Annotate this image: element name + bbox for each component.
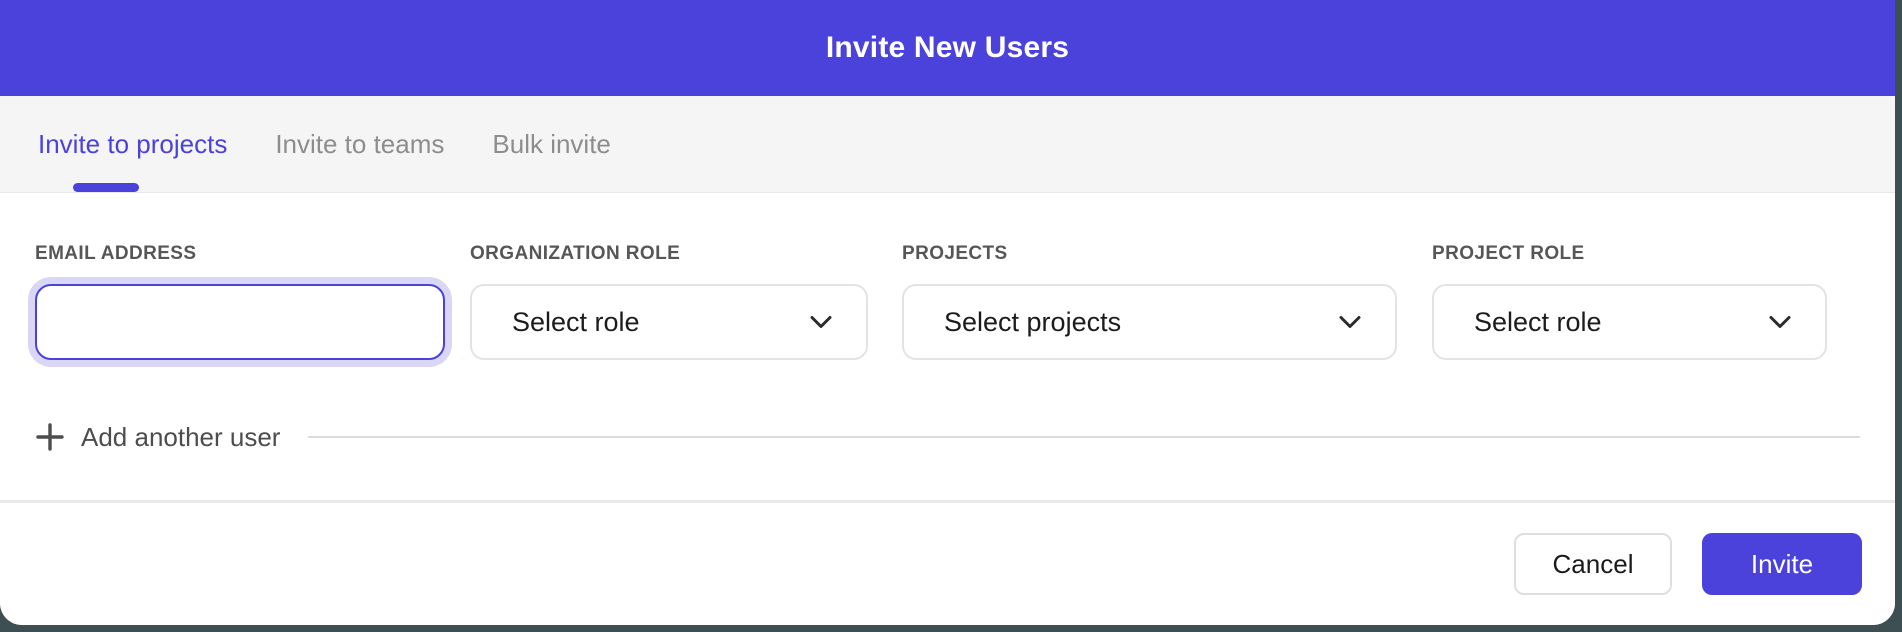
project-role-value: Select role: [1474, 307, 1602, 338]
project-role-field-group: PROJECT ROLE Select role: [1432, 243, 1827, 360]
organization-role-select[interactable]: Select role: [470, 284, 868, 360]
dialog-title: Invite New Users: [826, 31, 1069, 65]
active-tab-indicator: [73, 183, 139, 192]
plus-icon: [35, 422, 65, 452]
projects-value: Select projects: [944, 307, 1121, 338]
organization-role-label: ORGANIZATION ROLE: [470, 243, 868, 265]
dialog-footer: Cancel Invite: [0, 500, 1895, 625]
organization-role-value: Select role: [512, 307, 640, 338]
projects-field-group: PROJECTS Select projects: [902, 243, 1397, 360]
projects-label: PROJECTS: [902, 243, 1397, 265]
cancel-button[interactable]: Cancel: [1514, 533, 1672, 595]
tab-bulk-invite[interactable]: Bulk invite: [492, 129, 611, 160]
email-address-input[interactable]: [35, 284, 445, 360]
tab-invite-to-projects[interactable]: Invite to projects: [38, 129, 227, 160]
project-role-select[interactable]: Select role: [1432, 284, 1827, 360]
add-another-user-row: Add another user: [35, 419, 1860, 455]
tab-bar: Invite to projects Invite to teams Bulk …: [0, 96, 1895, 193]
projects-select[interactable]: Select projects: [902, 284, 1397, 360]
add-another-user-label: Add another user: [81, 422, 280, 453]
project-role-label: PROJECT ROLE: [1432, 243, 1827, 265]
dialog-header: Invite New Users: [0, 0, 1895, 96]
chevron-down-icon: [1339, 315, 1361, 329]
horizontal-divider: [308, 436, 1860, 438]
chevron-down-icon: [1769, 315, 1791, 329]
add-another-user-button[interactable]: Add another user: [35, 422, 280, 453]
screen-backdrop: Invite New Users Invite to projects Invi…: [0, 0, 1902, 632]
organization-role-field-group: ORGANIZATION ROLE Select role: [470, 243, 868, 360]
invite-button[interactable]: Invite: [1702, 533, 1862, 595]
tab-invite-to-teams[interactable]: Invite to teams: [275, 129, 444, 160]
form-area: EMAIL ADDRESS ORGANIZATION ROLE Select r…: [0, 193, 1895, 500]
chevron-down-icon: [810, 315, 832, 329]
email-address-label: EMAIL ADDRESS: [35, 243, 445, 265]
email-address-field-group: EMAIL ADDRESS: [35, 243, 445, 360]
invite-new-users-dialog: Invite New Users Invite to projects Invi…: [0, 0, 1895, 625]
